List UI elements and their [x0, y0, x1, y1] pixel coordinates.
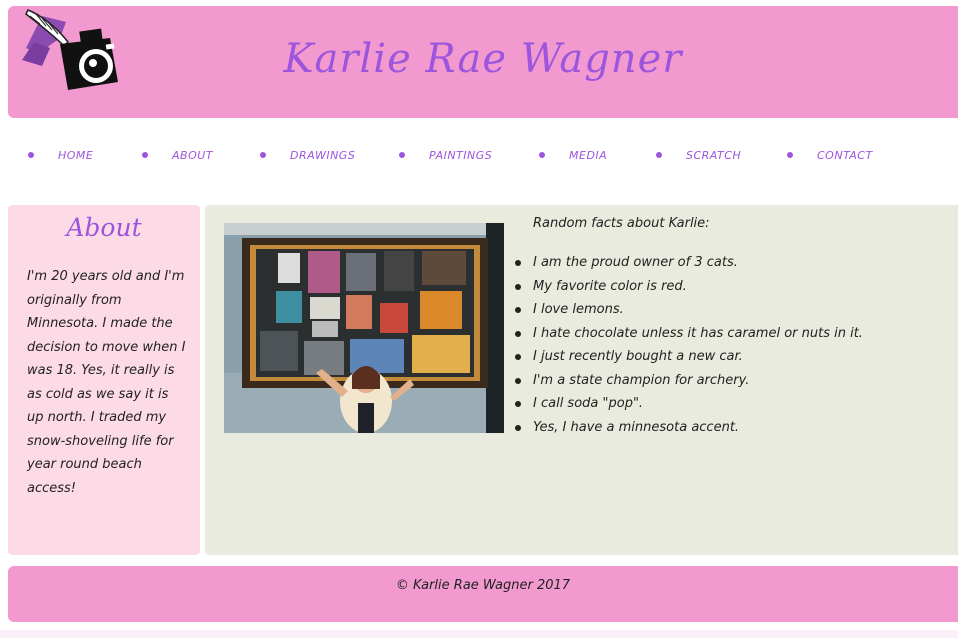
nav-item-about[interactable]: ABOUT	[142, 140, 213, 170]
nav-item-paintings[interactable]: PAINTINGS	[399, 140, 492, 170]
bottom-strip	[0, 630, 958, 638]
list-item: I am the proud owner of 3 cats.	[513, 251, 863, 275]
bullet-icon	[142, 152, 148, 158]
site-title: Karlie Rae Wagner	[283, 36, 683, 82]
bullet-icon	[787, 152, 793, 158]
nav-item-label: DRAWINGS	[290, 148, 356, 162]
nav-item-label: MEDIA	[569, 148, 608, 162]
fact-text: I call soda "pop".	[533, 396, 644, 411]
fact-text: I just recently bought a new car.	[533, 349, 743, 364]
list-item: I love lemons.	[513, 298, 863, 322]
nav-item-home[interactable]: HOME	[28, 140, 93, 170]
fact-text: I am the proud owner of 3 cats.	[533, 255, 738, 270]
nav-item-label: PAINTINGS	[429, 148, 493, 162]
list-item: Yes, I have a minnesota accent.	[513, 416, 863, 440]
main-nav: HOME ABOUT DRAWINGS PAINTINGS MEDIA SCRA…	[0, 140, 958, 170]
fact-text: My favorite color is red.	[533, 278, 687, 294]
fact-text: Yes, I have a minnesota accent.	[533, 419, 740, 435]
bullet-icon	[656, 152, 662, 158]
about-text: I'm 20 years old and I'm originally from…	[27, 269, 186, 496]
copyright-text: © Karlie Rae Wagner 2017	[395, 578, 571, 593]
list-item: My favorite color is red.	[513, 275, 863, 299]
main-content: Random facts about Karlie: I am the prou…	[205, 205, 958, 555]
bullet-icon	[260, 152, 266, 158]
nav-item-contact[interactable]: CONTACT	[787, 140, 873, 170]
gallery-photo	[224, 223, 504, 433]
facts-heading: Random facts about Karlie:	[533, 216, 710, 231]
bullet-icon	[515, 354, 521, 360]
nav-item-label: HOME	[58, 148, 94, 162]
site-footer: © Karlie Rae Wagner 2017	[8, 566, 958, 622]
list-item: I hate chocolate unless it has caramel o…	[513, 322, 863, 346]
bullet-icon	[515, 307, 521, 313]
list-item: I'm a state champion for archery.	[513, 369, 863, 393]
list-item: I just recently bought a new car.	[513, 345, 863, 369]
bullet-icon	[515, 377, 521, 384]
about-sidebar: About I'm 20 years old and I'm originall…	[8, 205, 200, 555]
nav-item-media[interactable]: MEDIA	[539, 140, 607, 170]
nav-item-label: CONTACT	[817, 148, 873, 162]
facts-list: I am the proud owner of 3 cats. My favor…	[513, 251, 863, 439]
bullet-icon	[515, 330, 521, 337]
bullet-icon	[539, 152, 545, 158]
nav-item-label: ABOUT	[172, 148, 213, 162]
fact-text: I love lemons.	[533, 302, 624, 317]
bullet-icon	[515, 424, 521, 431]
fact-text: I'm a state champion for archery.	[533, 372, 750, 388]
nav-item-scratch[interactable]: SCRATCH	[656, 140, 741, 170]
bullet-icon	[28, 152, 34, 158]
list-item: I call soda "pop".	[513, 392, 863, 416]
bullet-icon	[515, 260, 521, 266]
site-header: Karlie Rae Wagner	[8, 6, 958, 118]
sidebar-title: About	[66, 213, 142, 242]
bullet-icon	[399, 152, 405, 158]
fact-text: I hate chocolate unless it has caramel o…	[533, 325, 863, 341]
nav-item-drawings[interactable]: DRAWINGS	[260, 140, 355, 170]
nav-item-label: SCRATCH	[686, 148, 742, 162]
bullet-icon	[515, 401, 521, 407]
bullet-icon	[515, 283, 521, 290]
